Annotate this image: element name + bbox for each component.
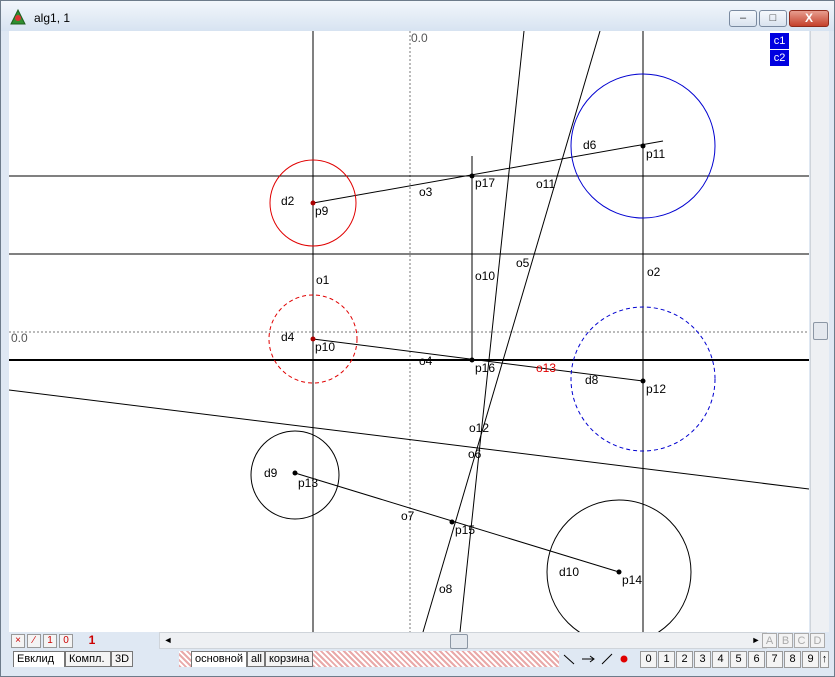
legend[interactable]: c1 c2 bbox=[770, 33, 789, 67]
button-d[interactable]: D bbox=[810, 633, 825, 648]
horizontal-scroll-thumb[interactable] bbox=[450, 634, 468, 649]
label-o3: o3 bbox=[419, 185, 433, 199]
label-o1: o1 bbox=[316, 273, 330, 287]
num-8[interactable]: 8 bbox=[784, 651, 801, 668]
segment-mode-icon bbox=[563, 654, 575, 665]
label-o2: o2 bbox=[647, 265, 661, 279]
drawing-canvas[interactable]: 0.0 0.0 p9 p10 p11 p12 p13 p14 p15 p16 p… bbox=[9, 31, 809, 632]
label-p16: p16 bbox=[475, 361, 495, 375]
label-p12: p12 bbox=[646, 382, 666, 396]
label-p17: p17 bbox=[475, 176, 495, 190]
vertical-scroll-thumb[interactable] bbox=[813, 322, 828, 340]
label-p15: p15 bbox=[455, 523, 475, 537]
num-0[interactable]: 0 bbox=[640, 651, 657, 668]
button-a[interactable]: A bbox=[762, 633, 777, 648]
horizontal-scrollbar[interactable]: ◄ ► bbox=[159, 632, 767, 649]
slanted-line-o6 bbox=[9, 389, 809, 490]
label-p10: p10 bbox=[315, 340, 335, 354]
tab-all[interactable]: all bbox=[247, 651, 265, 667]
label-o7: o7 bbox=[401, 509, 415, 523]
point-p15 bbox=[449, 519, 455, 525]
point-p16 bbox=[469, 357, 475, 363]
legend-c2[interactable]: c2 bbox=[770, 50, 789, 66]
tab-3d[interactable]: 3D bbox=[111, 651, 133, 667]
label-o6: o6 bbox=[468, 447, 482, 461]
resize-mode-icon bbox=[601, 653, 613, 665]
num-3[interactable]: 3 bbox=[694, 651, 711, 668]
label-d2: d2 bbox=[281, 194, 295, 208]
axis-label-left: 0.0 bbox=[11, 331, 28, 345]
label-o11: o11 bbox=[536, 177, 555, 191]
num-2[interactable]: 2 bbox=[676, 651, 693, 668]
label-p11: p11 bbox=[646, 147, 665, 161]
point-p13 bbox=[292, 470, 298, 476]
num-9[interactable]: 9 bbox=[802, 651, 819, 668]
app-window: alg1, 1 – □ X 0.0 0.0 p9 p10 p11 p12 p13… bbox=[0, 0, 835, 677]
label-o12: o12 bbox=[469, 421, 489, 435]
axis-label-top: 0.0 bbox=[411, 31, 428, 45]
step-counter: 1 bbox=[88, 633, 96, 647]
num-6[interactable]: 6 bbox=[748, 651, 765, 668]
label-p9: p9 bbox=[315, 204, 329, 218]
point-p12 bbox=[640, 378, 646, 384]
geometry-drawing[interactable]: 0.0 0.0 p9 p10 p11 p12 p13 p14 p15 p16 p… bbox=[9, 31, 809, 632]
line-tool-icon[interactable]: ∕ bbox=[27, 634, 41, 648]
label-d10: d10 bbox=[559, 565, 579, 579]
delete-tool-icon[interactable]: × bbox=[11, 634, 25, 648]
tab-evklid[interactable]: Евклид bbox=[13, 651, 65, 667]
one-tool-icon[interactable]: 1 bbox=[43, 634, 57, 648]
num-5[interactable]: 5 bbox=[730, 651, 747, 668]
maximize-button[interactable]: □ bbox=[759, 10, 787, 27]
zero-tool-icon[interactable]: 0 bbox=[59, 634, 73, 648]
bottom-panel: × ∕ 1 0 1 ◄ ► A B C D Евклид Компл. 3D о… bbox=[9, 632, 829, 676]
segment-o3 bbox=[312, 140, 664, 204]
label-o13: o13 bbox=[536, 361, 556, 375]
point-p17 bbox=[469, 173, 475, 179]
label-d9: d9 bbox=[264, 466, 278, 480]
label-p14: p14 bbox=[622, 573, 642, 587]
app-icon bbox=[10, 8, 26, 25]
num-7[interactable]: 7 bbox=[766, 651, 783, 668]
point-p14 bbox=[616, 569, 622, 575]
scroll-left-icon[interactable]: ◄ bbox=[160, 633, 176, 648]
tab-korzina[interactable]: корзина bbox=[265, 651, 313, 667]
label-o10: o10 bbox=[475, 269, 495, 283]
label-o5: o5 bbox=[516, 256, 530, 270]
title-bar[interactable]: alg1, 1 – □ X bbox=[1, 1, 834, 31]
tab-kompl[interactable]: Компл. bbox=[65, 651, 111, 667]
record-icon bbox=[620, 655, 628, 663]
num-1[interactable]: 1 bbox=[658, 651, 675, 668]
label-p13: p13 bbox=[298, 476, 318, 490]
label-o8: o8 bbox=[439, 582, 453, 596]
button-b[interactable]: B bbox=[778, 633, 793, 648]
label-d4: d4 bbox=[281, 330, 295, 344]
up-arrow-icon[interactable]: ↑ bbox=[820, 651, 829, 668]
legend-c1[interactable]: c1 bbox=[770, 33, 789, 49]
window-title: alg1, 1 bbox=[34, 11, 71, 25]
num-4[interactable]: 4 bbox=[712, 651, 729, 668]
close-button[interactable]: X bbox=[789, 10, 829, 27]
label-d6: d6 bbox=[583, 138, 597, 152]
label-o4: o4 bbox=[419, 354, 433, 368]
minimize-button[interactable]: – bbox=[729, 10, 757, 27]
point-p11 bbox=[640, 143, 646, 149]
label-d8: d8 bbox=[585, 373, 599, 387]
tab-osnovnoy[interactable]: основной bbox=[191, 651, 247, 667]
vertical-scrollbar[interactable] bbox=[810, 31, 829, 632]
mode-icons[interactable] bbox=[560, 651, 640, 668]
button-c[interactable]: C bbox=[794, 633, 809, 648]
